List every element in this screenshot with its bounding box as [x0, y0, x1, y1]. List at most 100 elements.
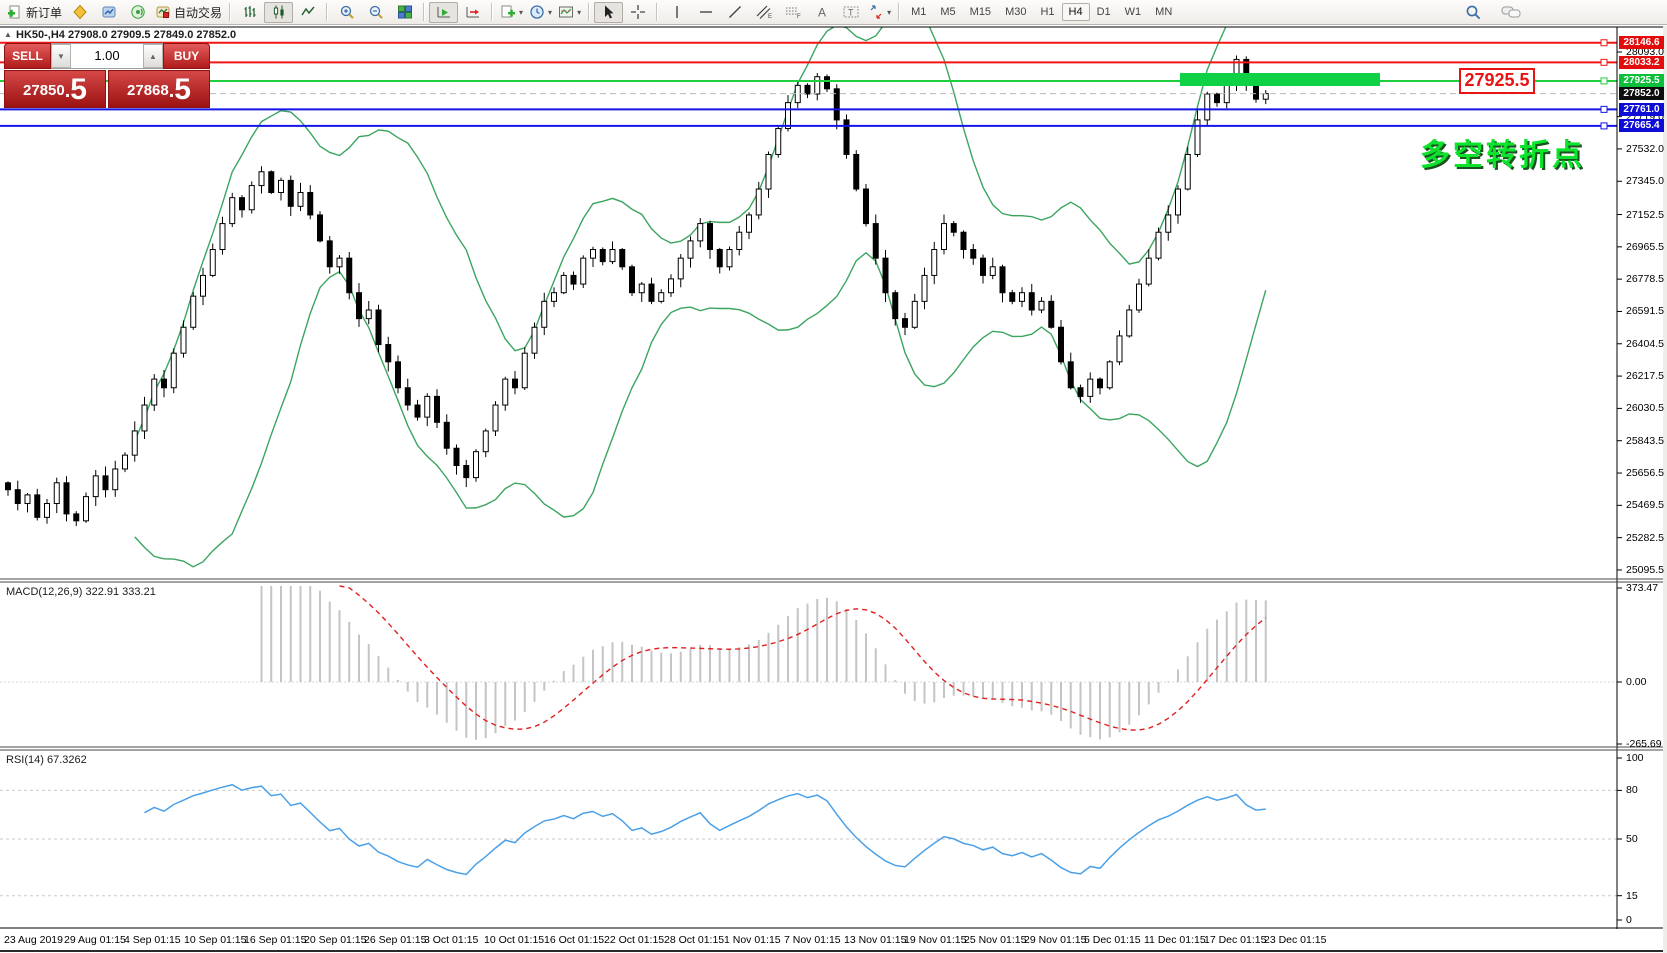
candle-body	[629, 266, 635, 294]
sell-button[interactable]: SELL	[4, 43, 51, 69]
volume-down-button[interactable]: ▼	[51, 44, 71, 68]
candle-body	[44, 503, 50, 518]
candle-body	[190, 295, 197, 328]
candle-body	[804, 84, 811, 95]
candle-body	[1106, 361, 1113, 389]
level-price-label: 27925.5	[1619, 74, 1664, 88]
rsi-layer	[0, 783, 1617, 897]
rsi-line	[144, 783, 1266, 876]
candle-body	[200, 274, 206, 297]
candle-body	[385, 344, 392, 363]
candle-body	[102, 475, 109, 491]
candle-body	[853, 153, 860, 190]
buy-price-button[interactable]: 27868. 5	[108, 70, 210, 108]
candle-body	[53, 482, 60, 505]
candle-body	[697, 223, 704, 242]
candle-body	[638, 283, 645, 294]
level-line-handle	[1600, 39, 1608, 47]
candle-body	[1262, 93, 1269, 100]
volume-value[interactable]: 1.00	[71, 44, 143, 68]
candle-body	[785, 102, 791, 130]
candle-body	[346, 257, 353, 294]
chinese-annotation: 多空转折点	[1420, 139, 1585, 172]
level-price-label: 27665.4	[1619, 119, 1664, 133]
candle-body	[356, 292, 362, 320]
level-line-handle	[1600, 77, 1608, 85]
level-line-handle	[1600, 58, 1608, 66]
candle-body	[434, 395, 440, 423]
candle-body	[560, 274, 567, 294]
bollinger-bands-layer	[134, 27, 1267, 568]
candle-body	[1077, 387, 1084, 397]
candle-body	[112, 468, 119, 491]
candle-body	[950, 223, 957, 233]
candle-body	[122, 454, 128, 470]
date-label: 1 Nov 01:15	[724, 934, 781, 946]
price-tick-label: 25282.5	[1626, 531, 1664, 544]
candle-body	[775, 128, 782, 155]
date-label: 10 Sep 01:15	[184, 934, 247, 946]
candle-body	[551, 292, 557, 302]
candle-body	[482, 430, 489, 453]
chart-title: HK50-,H4 27908.0 27909.5 27849.0 27852.0	[16, 29, 237, 41]
candle-body	[34, 494, 41, 518]
candle-body	[1165, 214, 1172, 233]
pivot-zone-rectangle[interactable]	[1180, 72, 1380, 86]
candle-body	[63, 482, 70, 515]
candle-body	[989, 266, 996, 276]
candle-body	[1126, 309, 1133, 337]
candle-body	[141, 404, 148, 432]
volume-spinner: ▼ 1.00 ▲	[51, 43, 163, 69]
candle-body	[736, 231, 743, 251]
level-price-label: 27852.0	[1619, 87, 1664, 101]
sell-price-button[interactable]: 27850. 5	[4, 70, 106, 108]
price-tick-label: 26965.5	[1626, 240, 1664, 253]
level-line-handle	[1600, 122, 1608, 130]
candle-body	[5, 482, 11, 491]
rsi-axis-label: 0	[1626, 914, 1632, 926]
macd-signal-line	[339, 585, 1267, 731]
rsi-axis-label: 15	[1626, 889, 1638, 902]
price-tick-label: 26591.5	[1626, 305, 1664, 318]
macd-layer	[0, 585, 1617, 740]
candle-body	[580, 257, 587, 285]
candle-body	[414, 404, 421, 418]
candle-body	[336, 257, 343, 268]
candle-body	[1087, 378, 1094, 397]
date-label: 16 Sep 01:15	[244, 934, 307, 946]
candle-body	[278, 179, 284, 193]
price-tick-label: 26217.5	[1626, 370, 1664, 383]
candle-body	[765, 153, 772, 190]
terminal-window: 新订单 自动交易 ▾ ▾ ▾ E F A T ▾ M1 M5 M15 M30 H…	[0, 0, 1667, 953]
candle-body	[258, 171, 265, 187]
candle-body	[531, 326, 538, 354]
date-label: 20 Sep 01:15	[304, 934, 367, 946]
candle-body	[1145, 257, 1152, 285]
macd-axis-label: 0.00	[1626, 676, 1647, 688]
date-label: 5 Dec 01:15	[1084, 934, 1141, 946]
candle-body	[599, 249, 606, 263]
candle-body	[824, 76, 830, 90]
candle-body	[970, 249, 977, 259]
date-label: 29 Aug 01:15	[64, 934, 126, 946]
candle-body	[151, 378, 158, 406]
candle-body	[921, 274, 928, 302]
candle-body	[960, 231, 967, 251]
candle-body	[1048, 300, 1055, 328]
candle-body	[287, 179, 294, 207]
candle-body	[648, 283, 655, 302]
volume-up-button[interactable]: ▲	[143, 44, 163, 68]
price-callout-box[interactable]: 27925.5	[1459, 67, 1535, 94]
candle-body	[1019, 292, 1025, 302]
candle-body	[863, 188, 869, 225]
sell-price-frac: 5	[70, 73, 87, 106]
candle-body	[170, 352, 177, 389]
macd-label: MACD(12,26,9) 322.91 333.21	[6, 586, 156, 598]
candle-body	[453, 447, 460, 467]
one-click-collapse-arrow[interactable]: ▲	[4, 30, 12, 39]
candle-body	[297, 191, 304, 207]
macd-axis-label: 373.47	[1626, 581, 1659, 594]
chart-canvas[interactable]	[0, 0, 1667, 953]
date-label: 22 Oct 01:15	[604, 934, 665, 946]
buy-button[interactable]: BUY	[163, 43, 210, 69]
